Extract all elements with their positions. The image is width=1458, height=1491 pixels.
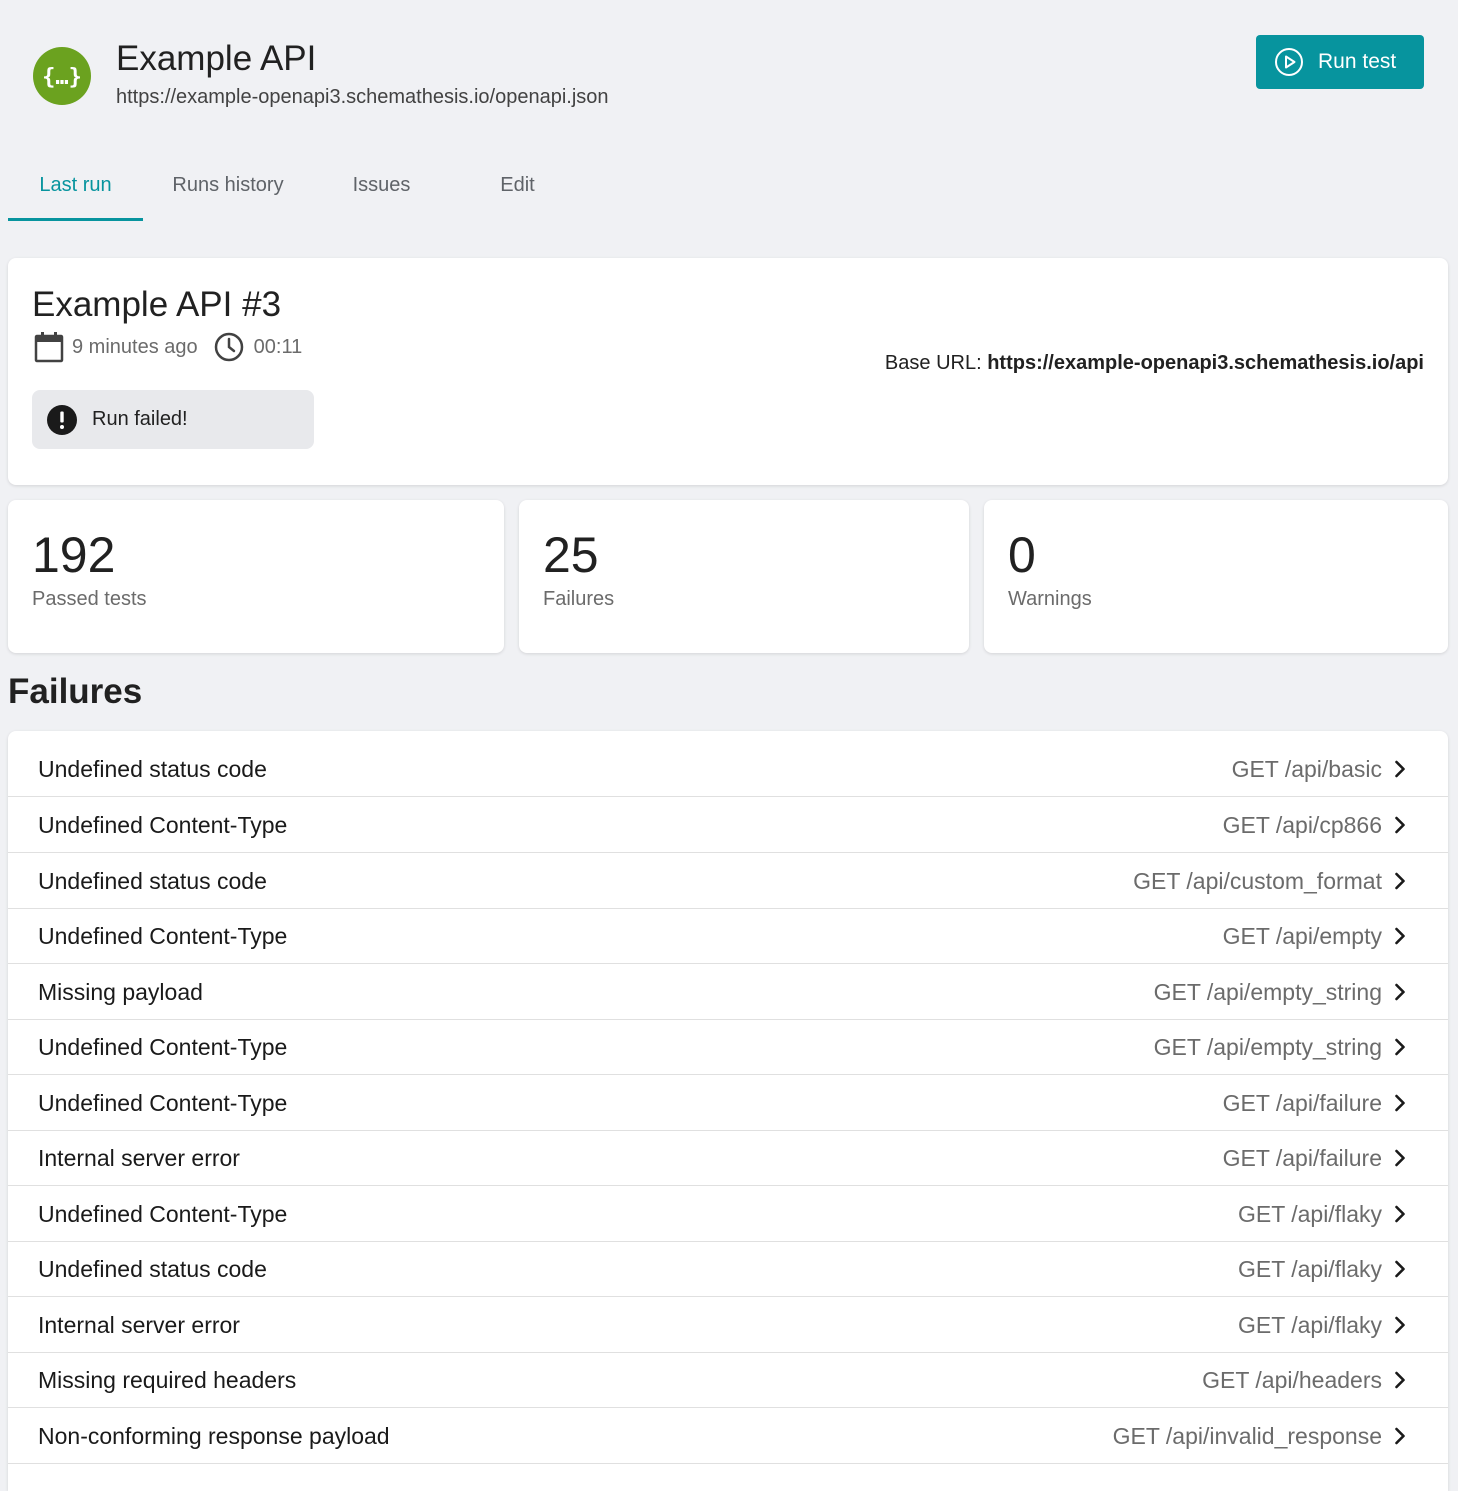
- chevron-right-icon: [1388, 1313, 1412, 1337]
- failure-name: Missing required headers: [38, 1367, 297, 1393]
- failure-endpoint: GET /api/cp866: [1222, 812, 1382, 838]
- run-duration: 00:11: [253, 335, 303, 358]
- failure-row[interactable]: Undefined status code GET /api/flaky: [8, 1241, 1448, 1297]
- error-icon: [46, 404, 78, 436]
- chevron-right-icon: [1388, 1091, 1412, 1115]
- api-spec-url: https://example-openapi3.schemathesis.io…: [116, 86, 609, 108]
- failure-row[interactable]: Undefined Content-Type GET /api/failure: [8, 1075, 1448, 1131]
- failure-name: Internal server error: [38, 1312, 240, 1338]
- failure-endpoint: GET /api/flaky: [1237, 1312, 1382, 1338]
- failure-row[interactable]: Undefined Content-Type GET /api/empty: [8, 908, 1448, 964]
- chevron-right-icon: [1388, 757, 1412, 781]
- chevron-right-icon: [1388, 869, 1412, 893]
- tab-last-run[interactable]: Last run: [8, 150, 143, 221]
- failure-row[interactable]: Undefined status code GET /api/basic: [8, 741, 1448, 797]
- failures-section-title: Failures: [8, 672, 143, 711]
- failure-endpoint: GET /api/invalid_response: [1112, 1423, 1382, 1449]
- run-status-text: Run failed!: [92, 408, 188, 430]
- calendar-icon: [32, 330, 66, 364]
- failures-card: 25 Failures: [519, 500, 969, 653]
- failure-name: Internal server error: [38, 1145, 240, 1171]
- base-url-value: https://example-openapi3.schemathesis.io…: [987, 352, 1424, 374]
- passed-tests-label: Passed tests: [32, 588, 147, 610]
- failure-name: Undefined status code: [38, 1256, 267, 1282]
- failure-name: Undefined Content-Type: [38, 923, 288, 949]
- failure-endpoint: GET /api/empty_string: [1153, 979, 1382, 1005]
- failure-name: Undefined Content-Type: [38, 1201, 288, 1227]
- failure-row[interactable]: Missing required headers GET /api/header…: [8, 1352, 1448, 1408]
- app-header: {…} Example API https://example-openapi3…: [0, 0, 1458, 130]
- failure-row[interactable]: Undefined Content-Type GET /api/cp866: [8, 797, 1448, 853]
- base-url: Base URL: https://example-openapi3.schem…: [885, 352, 1424, 375]
- failure-name: Non-conforming response payload: [38, 1423, 390, 1449]
- run-test-button[interactable]: Run test: [1256, 35, 1424, 89]
- failure-row[interactable]: Internal server error GET /api/flaky: [8, 1297, 1448, 1353]
- chevron-right-icon: [1388, 924, 1412, 948]
- svg-text:{…}: {…}: [42, 65, 82, 90]
- failure-endpoint: GET /api/flaky: [1237, 1201, 1382, 1227]
- failure-row[interactable]: Undefined Content-Type GET /api/flaky: [8, 1186, 1448, 1242]
- chevron-right-icon: [1388, 1035, 1412, 1059]
- run-test-label: Run test: [1318, 50, 1397, 73]
- tab-bar: Last run Runs history Issues Edit: [8, 150, 585, 222]
- api-title: Example API: [116, 39, 317, 78]
- failure-name: Undefined status code: [38, 756, 267, 782]
- tab-runs-history[interactable]: Runs history: [143, 150, 313, 220]
- clock-icon: [212, 330, 246, 364]
- run-started-time: 9 minutes ago: [72, 335, 198, 358]
- run-meta: 9 minutes ago 00:11: [32, 330, 302, 364]
- failures-count: 25: [543, 527, 599, 583]
- warnings-label: Warnings: [1008, 588, 1092, 610]
- failure-name: Missing payload: [38, 979, 203, 1005]
- failure-row[interactable]: Non-conforming response payload GET /api…: [8, 1408, 1448, 1464]
- play-circle-icon: [1274, 47, 1304, 77]
- run-summary-card: Example API #3 9 minutes ago 00:11 Base …: [8, 258, 1448, 485]
- chevron-right-icon: [1388, 1424, 1412, 1448]
- passed-tests-card: 192 Passed tests: [8, 500, 504, 653]
- failure-endpoint: GET /api/headers: [1202, 1367, 1382, 1393]
- chevron-right-icon: [1388, 813, 1412, 837]
- failures-label: Failures: [543, 588, 615, 610]
- failure-endpoint: GET /api/empty_string: [1153, 1034, 1382, 1060]
- failures-list: Undefined status code GET /api/basic Und…: [8, 731, 1448, 1491]
- failure-name: Undefined Content-Type: [38, 1090, 288, 1116]
- passed-tests-count: 192: [32, 527, 116, 583]
- failure-endpoint: GET /api/custom_format: [1133, 868, 1382, 894]
- failure-row[interactable]: Internal server error GET /api/failure: [8, 1130, 1448, 1186]
- openapi-logo-icon: {…}: [33, 47, 91, 105]
- failure-endpoint: GET /api/failure: [1222, 1090, 1382, 1116]
- run-title: Example API #3: [32, 285, 282, 324]
- failure-endpoint: GET /api/failure: [1222, 1145, 1382, 1171]
- failure-name: Undefined Content-Type: [38, 812, 288, 838]
- run-status-badge: Run failed!: [32, 390, 314, 449]
- chevron-right-icon: [1388, 1257, 1412, 1281]
- tab-edit[interactable]: Edit: [450, 150, 585, 220]
- tab-issues[interactable]: Issues: [313, 150, 450, 220]
- chevron-right-icon: [1388, 1202, 1412, 1226]
- failure-row[interactable]: Undefined status code GET /api/custom_fo…: [8, 853, 1448, 909]
- chevron-right-icon: [1388, 1368, 1412, 1392]
- failure-endpoint: GET /api/basic: [1231, 756, 1382, 782]
- base-url-label: Base URL:: [884, 352, 982, 374]
- failure-endpoint: GET /api/flaky: [1237, 1256, 1382, 1282]
- failure-row[interactable]: Undefined Content-Type GET /api/empty_st…: [8, 1019, 1448, 1075]
- chevron-right-icon: [1388, 1146, 1412, 1170]
- chevron-right-icon: [1388, 980, 1412, 1004]
- failure-row[interactable]: Missing payload GET /api/empty_string: [8, 964, 1448, 1020]
- warnings-card: 0 Warnings: [984, 500, 1448, 653]
- warnings-count: 0: [1008, 527, 1036, 583]
- failure-name: Undefined Content-Type: [38, 1034, 288, 1060]
- failure-name: Undefined status code: [38, 868, 267, 894]
- failure-endpoint: GET /api/empty: [1222, 923, 1382, 949]
